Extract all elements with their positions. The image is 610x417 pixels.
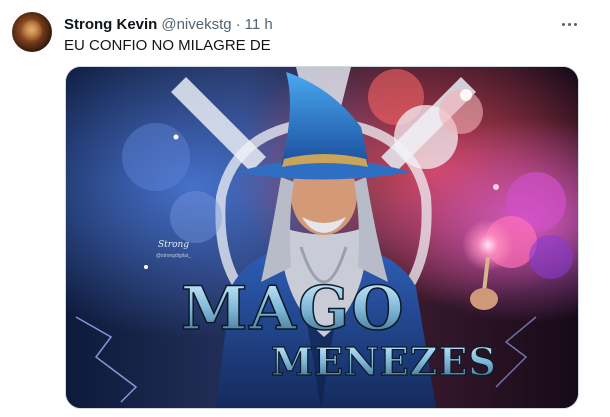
avatar[interactable] — [12, 12, 52, 52]
artwork-title-line-1: MAGO — [181, 274, 405, 344]
watermark-brand: Strong — [158, 240, 189, 250]
tweet-media-image[interactable]: Strong @strongdigital_ MAGO MENEZES — [65, 66, 579, 409]
timestamp[interactable]: 11 h — [245, 16, 273, 33]
more-options-icon[interactable] — [558, 14, 580, 34]
watermark-handle: @strongdigital_ — [156, 253, 191, 259]
tweet-text: EU CONFIO NO MILAGRE DE — [64, 37, 271, 54]
tweet[interactable]: Strong Kevin @nivekstg · 11 h EU CONFIO … — [0, 0, 610, 417]
artwork-title-line-2: MENEZES — [271, 339, 497, 384]
wizard-artwork: Strong @strongdigital_ MAGO MENEZES — [66, 67, 578, 408]
author-name[interactable]: Strong Kevin — [64, 16, 157, 33]
tweet-header: Strong Kevin @nivekstg · 11 h — [64, 14, 273, 34]
separator-dot: · — [235, 15, 241, 33]
author-handle[interactable]: @nivekstg — [161, 16, 231, 33]
